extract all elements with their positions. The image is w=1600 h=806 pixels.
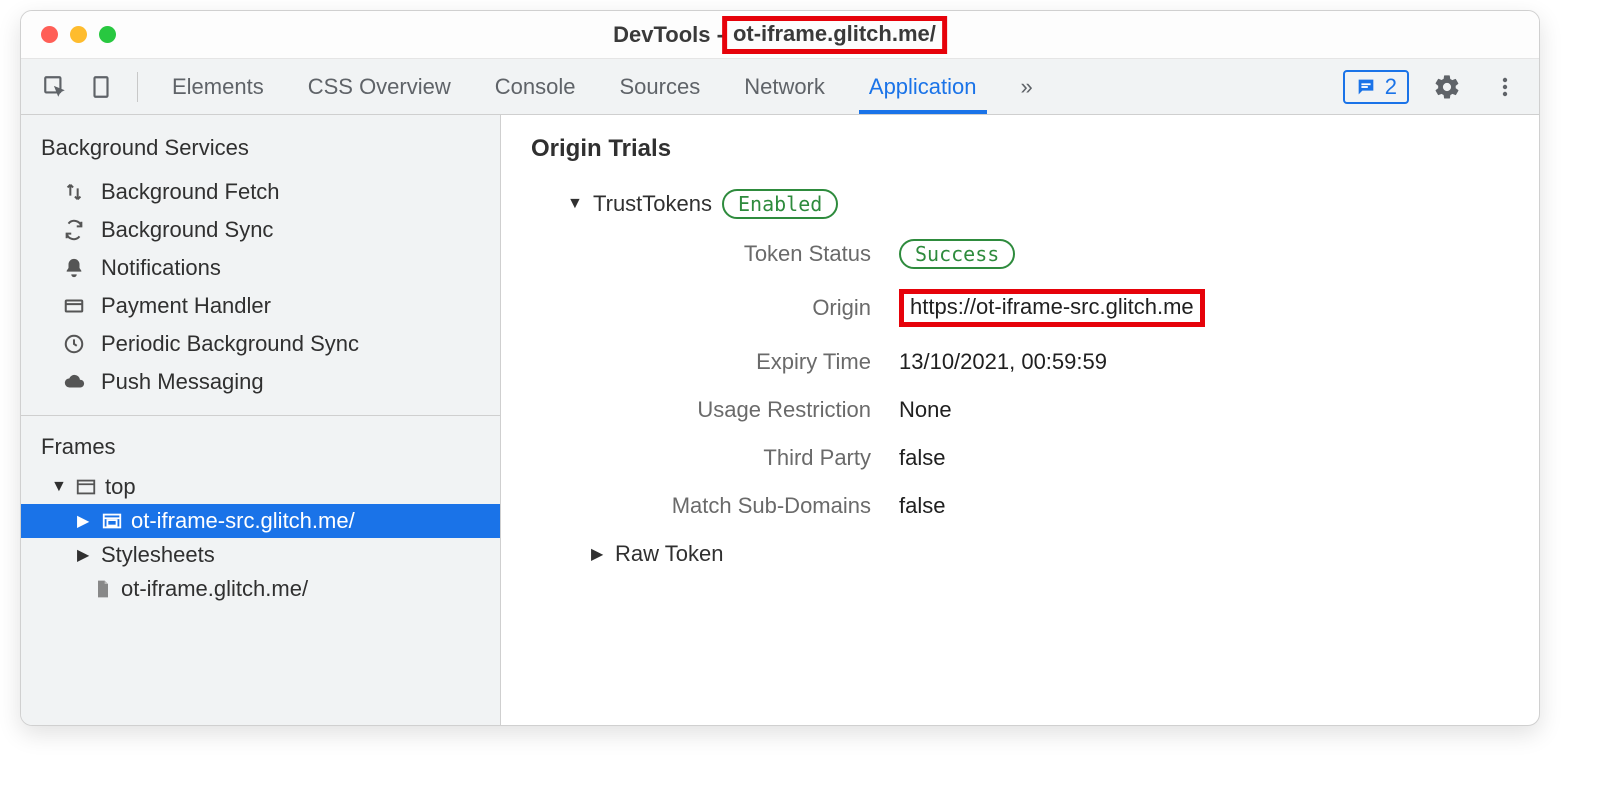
value-token-status: Success xyxy=(899,241,1509,267)
tabs-overflow-button[interactable]: » xyxy=(1003,59,1051,114)
tab-application[interactable]: Application xyxy=(851,59,995,114)
sync-icon xyxy=(61,219,87,241)
bell-icon xyxy=(61,257,87,279)
window-icon xyxy=(75,476,97,498)
card-icon xyxy=(61,295,87,317)
sidebar-item-background-fetch[interactable]: Background Fetch xyxy=(21,173,500,211)
frame-label: ot-iframe-src.glitch.me/ xyxy=(131,508,355,534)
tab-elements[interactable]: Elements xyxy=(154,59,282,114)
window-title-url: ot-iframe.glitch.me/ xyxy=(722,16,947,54)
traffic-lights xyxy=(21,26,116,43)
titlebar: DevTools - ot-iframe.glitch.me/ xyxy=(21,11,1539,59)
kebab-menu-icon[interactable] xyxy=(1485,67,1525,107)
sidebar-item-periodic-background-sync[interactable]: Periodic Background Sync xyxy=(21,325,500,363)
frame-label: top xyxy=(105,474,136,500)
value-match-sub-domains: false xyxy=(899,493,1509,519)
token-status-badge: Success xyxy=(899,239,1015,269)
frame-tree-top[interactable]: ▼ top xyxy=(21,470,500,504)
raw-token-label: Raw Token xyxy=(615,541,723,567)
frame-tree-leaf[interactable]: ot-iframe.glitch.me/ xyxy=(21,572,500,606)
trial-name: TrustTokens xyxy=(593,191,712,217)
inspect-element-icon[interactable] xyxy=(35,67,75,107)
sidebar-item-label: Background Fetch xyxy=(101,179,280,205)
panel-tabs: Elements CSS Overview Console Sources Ne… xyxy=(154,59,1051,114)
arrows-up-down-icon xyxy=(61,181,87,203)
triangle-right-icon: ▶ xyxy=(591,544,607,564)
frame-tree-stylesheets[interactable]: ▶ Stylesheets xyxy=(21,538,500,572)
label-match-sub-domains: Match Sub-Domains xyxy=(551,493,871,519)
triangle-right-icon: ▶ xyxy=(77,545,93,565)
label-origin: Origin xyxy=(551,295,871,321)
toolbar-right: 2 xyxy=(1343,67,1525,107)
origin-highlighted: https://ot-iframe-src.glitch.me xyxy=(899,289,1205,327)
window-minimize-button[interactable] xyxy=(70,26,87,43)
content-area: Background Services Background Fetch Bac… xyxy=(21,115,1539,725)
document-icon xyxy=(93,578,113,600)
panel-heading: Origin Trials xyxy=(531,135,1509,163)
window-title-prefix: DevTools - xyxy=(613,22,724,48)
triangle-right-icon: ▶ xyxy=(77,511,93,531)
trial-details: Token Status Success Origin https://ot-i… xyxy=(551,241,1509,519)
toolbar-separator xyxy=(137,72,138,102)
clock-icon xyxy=(61,333,87,355)
label-token-status: Token Status xyxy=(551,241,871,267)
sidebar-item-label: Payment Handler xyxy=(101,293,271,319)
label-usage-restriction: Usage Restriction xyxy=(551,397,871,423)
issues-badge[interactable]: 2 xyxy=(1343,70,1409,104)
issues-count: 2 xyxy=(1385,74,1397,100)
frame-tree-selected[interactable]: ▶ ot-iframe-src.glitch.me/ xyxy=(21,504,500,538)
background-services-list: Background Fetch Background Sync Notific… xyxy=(21,173,500,401)
value-expiry: 13/10/2021, 00:59:59 xyxy=(899,349,1509,375)
chat-icon xyxy=(1355,76,1377,98)
window-maximize-button[interactable] xyxy=(99,26,116,43)
iframe-icon xyxy=(101,510,123,532)
tab-sources[interactable]: Sources xyxy=(601,59,718,114)
triangle-down-icon: ▼ xyxy=(567,195,583,213)
window-title: DevTools - ot-iframe.glitch.me/ xyxy=(613,16,947,54)
value-third-party: false xyxy=(899,445,1509,471)
devtools-window: DevTools - ot-iframe.glitch.me/ Elements… xyxy=(20,10,1540,726)
tab-css-overview[interactable]: CSS Overview xyxy=(290,59,469,114)
settings-icon[interactable] xyxy=(1427,67,1467,107)
sidebar-item-label: Push Messaging xyxy=(101,369,264,395)
cloud-icon xyxy=(61,371,87,393)
sidebar-item-label: Notifications xyxy=(101,255,221,281)
tab-network[interactable]: Network xyxy=(726,59,843,114)
label-expiry: Expiry Time xyxy=(551,349,871,375)
sidebar-item-push-messaging[interactable]: Push Messaging xyxy=(21,363,500,401)
sidebar-section-frames: Frames xyxy=(21,416,500,470)
sidebar-item-label: Background Sync xyxy=(101,217,273,243)
tab-console[interactable]: Console xyxy=(477,59,594,114)
value-origin: https://ot-iframe-src.glitch.me xyxy=(899,289,1509,327)
frame-label: Stylesheets xyxy=(101,542,215,568)
value-usage-restriction: None xyxy=(899,397,1509,423)
sidebar-item-payment-handler[interactable]: Payment Handler xyxy=(21,287,500,325)
sidebar: Background Services Background Fetch Bac… xyxy=(21,115,501,725)
sidebar-item-notifications[interactable]: Notifications xyxy=(21,249,500,287)
frame-label: ot-iframe.glitch.me/ xyxy=(121,576,308,602)
sidebar-item-background-sync[interactable]: Background Sync xyxy=(21,211,500,249)
triangle-down-icon: ▼ xyxy=(51,478,67,496)
label-third-party: Third Party xyxy=(551,445,871,471)
sidebar-section-background-services: Background Services xyxy=(21,115,500,173)
window-close-button[interactable] xyxy=(41,26,58,43)
raw-token-row[interactable]: ▶ Raw Token xyxy=(591,541,1509,567)
main-panel: Origin Trials ▼ TrustTokens Enabled Toke… xyxy=(501,115,1539,725)
trial-status-badge: Enabled xyxy=(722,189,838,219)
sidebar-item-label: Periodic Background Sync xyxy=(101,331,359,357)
toolbar: Elements CSS Overview Console Sources Ne… xyxy=(21,59,1539,115)
device-toggle-icon[interactable] xyxy=(81,67,121,107)
trial-header[interactable]: ▼ TrustTokens Enabled xyxy=(567,189,1509,219)
